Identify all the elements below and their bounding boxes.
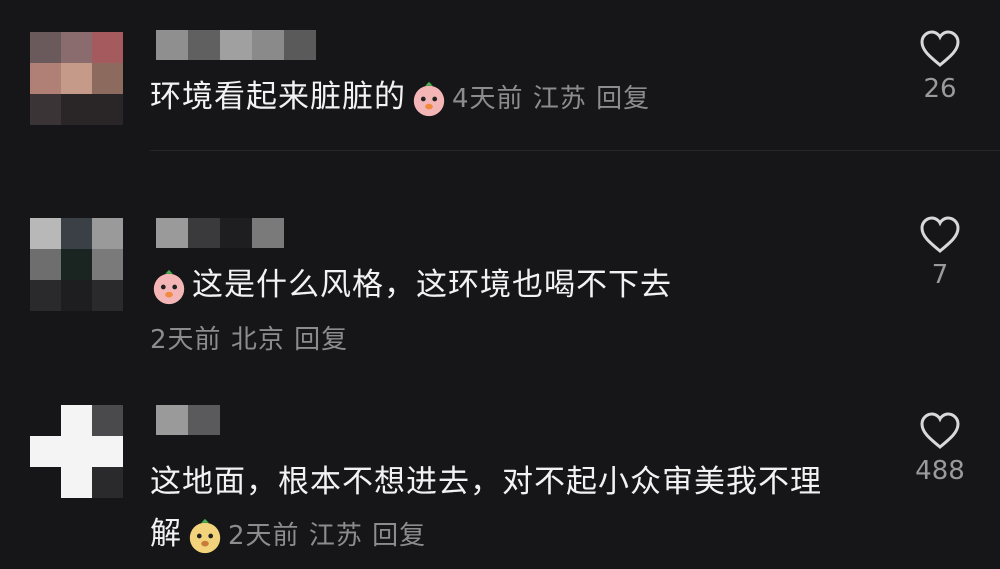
like-count: 26	[923, 74, 957, 104]
comment-location: 江苏	[308, 521, 363, 551]
comment-time: 2天前	[150, 325, 222, 355]
username-blurred[interactable]	[156, 405, 220, 435]
comment-body-line1: 这地面，根本不想进去，对不起小众审美我不理	[150, 464, 822, 500]
reply-button[interactable]: 回复	[294, 325, 348, 355]
chicken-emoji-icon	[413, 81, 445, 116]
like-count: 488	[915, 456, 965, 486]
comment-text: 环境看起来脏脏的 4天前 江苏 回复	[150, 77, 650, 119]
heart-icon	[920, 412, 960, 449]
comment-location: 北京	[230, 325, 285, 355]
username-blurred[interactable]	[156, 30, 316, 60]
heart-icon	[920, 216, 960, 253]
divider	[150, 150, 1000, 151]
like-button[interactable]: 7	[905, 216, 975, 290]
avatar[interactable]	[30, 405, 123, 498]
like-count: 7	[931, 260, 949, 290]
comment-meta: 2天前 北京 回复	[150, 318, 348, 360]
dog-emoji-icon	[189, 518, 221, 553]
like-button[interactable]: 488	[905, 412, 975, 486]
comment-time: 4天前	[452, 84, 524, 114]
heart-icon	[920, 30, 960, 67]
avatar[interactable]	[30, 218, 123, 311]
comment-time: 2天前	[228, 521, 300, 551]
username-blurred[interactable]	[156, 218, 284, 248]
avatar[interactable]	[30, 32, 123, 125]
chicken-emoji-icon	[153, 269, 185, 304]
comment-body-line2: 解	[150, 516, 182, 552]
comment-body: 环境看起来脏脏的	[150, 79, 406, 115]
comment-text: 这是什么风格，这环境也喝不下去	[150, 265, 672, 306]
like-button[interactable]: 26	[905, 30, 975, 104]
reply-button[interactable]: 回复	[372, 521, 426, 551]
reply-button[interactable]: 回复	[596, 84, 650, 114]
comment-body: 这是什么风格，这环境也喝不下去	[192, 267, 672, 303]
comment-text: 这地面，根本不想进去，对不起小众审美我不理	[150, 462, 822, 502]
comment-location: 江苏	[532, 84, 587, 114]
comment-text-continued: 解 2天前 江苏 回复	[150, 514, 426, 556]
